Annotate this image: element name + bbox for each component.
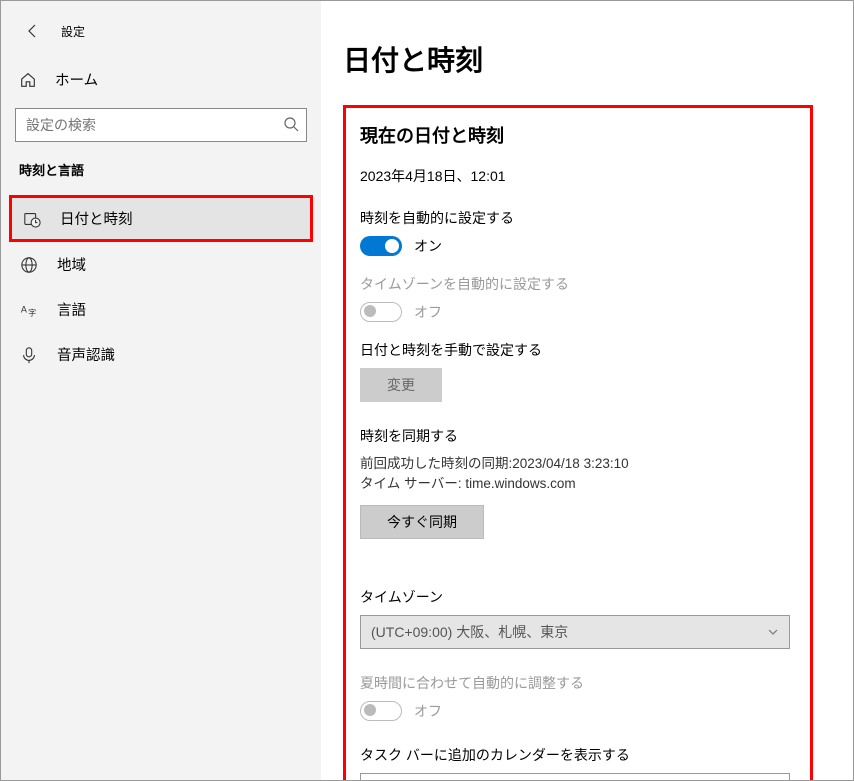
- nav-label: 日付と時刻: [60, 208, 133, 229]
- microphone-icon: [19, 346, 39, 364]
- nav-label: 音声認識: [57, 344, 115, 365]
- svg-text:字: 字: [28, 307, 36, 317]
- dst-state: オフ: [414, 701, 442, 721]
- nav-item-language[interactable]: A字 言語: [1, 287, 321, 332]
- auto-time-toggle[interactable]: [360, 236, 402, 256]
- calendar-label: タスク バーに追加のカレンダーを表示する: [360, 745, 796, 765]
- calendar-dropdown[interactable]: 追加のカレンダーを表示しない: [360, 773, 790, 781]
- search-icon: [283, 116, 299, 132]
- dst-toggle: [360, 701, 402, 721]
- home-label: ホーム: [55, 69, 98, 90]
- manual-set-label: 日付と時刻を手動で設定する: [360, 340, 796, 360]
- sync-last: 前回成功した時刻の同期:2023/04/18 3:23:10: [360, 454, 796, 474]
- globe-icon: [19, 256, 39, 274]
- auto-time-label: 時刻を自動的に設定する: [360, 208, 796, 228]
- timezone-dropdown: (UTC+09:00) 大阪、札幌、東京: [360, 615, 790, 649]
- dst-label: 夏時間に合わせて自動的に調整する: [360, 673, 796, 693]
- home-icon: [19, 71, 37, 89]
- home-nav[interactable]: ホーム: [1, 59, 321, 100]
- chevron-down-icon: [767, 626, 779, 638]
- language-icon: A字: [19, 301, 39, 319]
- calendar-value: 追加のカレンダーを表示しない: [371, 780, 567, 781]
- svg-text:A: A: [21, 304, 27, 314]
- auto-time-state: オン: [414, 236, 442, 256]
- highlighted-section: 現在の日付と時刻 2023年4月18日、12:01 時刻を自動的に設定する オン…: [343, 105, 813, 780]
- section-heading: 時刻と言語: [1, 160, 321, 195]
- search-box[interactable]: [15, 108, 307, 142]
- nav-item-datetime[interactable]: 日付と時刻: [9, 195, 313, 242]
- nav-item-speech[interactable]: 音声認識: [1, 332, 321, 377]
- sync-server: タイム サーバー: time.windows.com: [360, 474, 796, 494]
- calendar-clock-icon: [22, 210, 42, 228]
- timezone-label: タイムゾーン: [360, 587, 796, 607]
- auto-tz-state: オフ: [414, 302, 442, 322]
- main-content: 日付と時刻 現在の日付と時刻 2023年4月18日、12:01 時刻を自動的に設…: [321, 1, 853, 780]
- page-title: 日付と時刻: [343, 39, 813, 79]
- nav-label: 言語: [57, 299, 86, 320]
- timezone-value: (UTC+09:00) 大阪、札幌、東京: [371, 622, 568, 642]
- back-button[interactable]: [19, 17, 47, 45]
- current-datetime-value: 2023年4月18日、12:01: [360, 166, 796, 186]
- nav-label: 地域: [57, 254, 86, 275]
- sidebar: 設定 ホーム 時刻と言語 日付と時刻 地域: [1, 1, 321, 780]
- auto-tz-toggle: [360, 302, 402, 322]
- sync-now-button[interactable]: 今すぐ同期: [360, 505, 484, 539]
- change-button: 変更: [360, 368, 442, 402]
- auto-tz-label: タイムゾーンを自動的に設定する: [360, 274, 796, 294]
- current-datetime-heading: 現在の日付と時刻: [360, 122, 796, 148]
- nav-item-region[interactable]: 地域: [1, 242, 321, 287]
- window-title: 設定: [61, 23, 85, 40]
- search-input[interactable]: [15, 108, 307, 142]
- sync-heading: 時刻を同期する: [360, 426, 796, 446]
- sync-info: 前回成功した時刻の同期:2023/04/18 3:23:10 タイム サーバー:…: [360, 454, 796, 495]
